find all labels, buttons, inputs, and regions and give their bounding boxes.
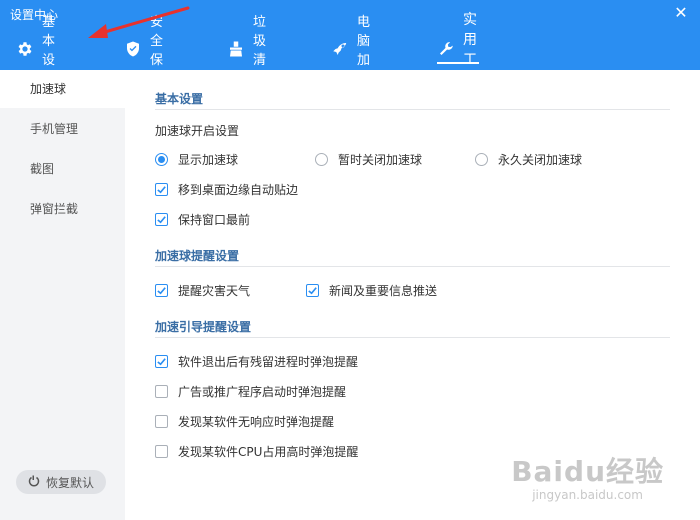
checkbox-disaster-weather[interactable]: 提醒灾害天气 — [155, 282, 250, 299]
checkbox-label: 软件退出后有残留进程时弹泡提醒 — [178, 355, 359, 369]
sidebar-item-popup-block[interactable]: 弹窗拦截 — [0, 190, 125, 228]
checkbox-auto-snap[interactable]: 移到桌面边缘自动贴边 — [155, 181, 298, 198]
divider — [155, 337, 670, 338]
checkbox[interactable] — [155, 213, 168, 226]
settings-panel: 基本设置 加速球开启设置 显示加速球 暂时关闭加速球 永久关闭加速球 移到桌面边… — [125, 70, 700, 520]
checkbox-label: 广告或推广程序启动时弹泡提醒 — [178, 385, 347, 399]
radio-button[interactable] — [475, 153, 488, 166]
title-bar: 设置中心 ✕ 基本设置 安全保护 垃圾清理 电脑加速 — [0, 0, 700, 88]
sidebar-item-phone[interactable]: 手机管理 — [0, 110, 125, 148]
sidebar-item-screenshot[interactable]: 截图 — [0, 150, 125, 188]
checkbox-label: 发现某软件CPU占用高时弹泡提醒 — [178, 445, 359, 459]
section-title-remind: 加速球提醒设置 — [155, 249, 240, 263]
wrench-icon — [437, 39, 455, 59]
divider — [155, 266, 670, 267]
checkbox-ad-startup[interactable]: 广告或推广程序启动时弹泡提醒 — [155, 383, 346, 400]
divider — [155, 109, 670, 110]
radio-label: 显示加速球 — [178, 153, 239, 167]
gear-icon — [16, 39, 34, 59]
checkbox-label: 提醒灾害天气 — [178, 284, 251, 298]
tab-tools[interactable]: 实用工具 — [437, 12, 479, 88]
checkbox[interactable] — [306, 284, 319, 297]
tab-speedup[interactable]: 电脑加速 — [331, 15, 372, 87]
radio-button[interactable] — [155, 153, 168, 166]
broom-icon — [227, 39, 245, 59]
checkbox[interactable] — [155, 445, 168, 458]
radio-temp-close[interactable]: 暂时关闭加速球 — [315, 151, 422, 168]
checkbox-label: 移到桌面边缘自动贴边 — [178, 183, 299, 197]
radio-show-speedball[interactable]: 显示加速球 — [155, 151, 238, 168]
section-title-guide: 加速引导提醒设置 — [155, 320, 252, 334]
radio-label: 永久关闭加速球 — [498, 153, 583, 167]
checkbox-news-push[interactable]: 新闻及重要信息推送 — [306, 282, 437, 299]
close-icon[interactable]: ✕ — [672, 4, 690, 22]
checkbox[interactable] — [155, 355, 168, 368]
checkbox-high-cpu[interactable]: 发现某软件CPU占用高时弹泡提醒 — [155, 443, 358, 460]
checkbox-label: 新闻及重要信息推送 — [329, 284, 438, 298]
radio-permanent-close[interactable]: 永久关闭加速球 — [475, 151, 582, 168]
refresh-icon — [28, 475, 40, 490]
checkbox[interactable] — [155, 385, 168, 398]
open-setting-label: 加速球开启设置 — [155, 124, 240, 138]
radio-button[interactable] — [315, 153, 328, 166]
shield-icon — [124, 39, 142, 59]
restore-default-button[interactable]: 恢复默认 — [16, 470, 106, 494]
tab-basic-settings[interactable]: 基本设置 — [16, 15, 57, 87]
tab-cleanup[interactable]: 垃圾清理 — [227, 15, 268, 87]
section-title-basic: 基本设置 — [155, 92, 204, 106]
sidebar: 加速球 手机管理 截图 弹窗拦截 恢复默认 — [0, 70, 125, 520]
checkbox[interactable] — [155, 183, 168, 196]
checkbox[interactable] — [155, 415, 168, 428]
checkbox-always-on-top[interactable]: 保持窗口最前 — [155, 211, 250, 228]
restore-default-label: 恢复默认 — [45, 475, 94, 490]
checkbox[interactable] — [155, 284, 168, 297]
checkbox-not-responding[interactable]: 发现某软件无响应时弹泡提醒 — [155, 413, 334, 430]
tab-security[interactable]: 安全保护 — [124, 15, 165, 87]
rocket-icon — [331, 39, 349, 59]
checkbox-label: 发现某软件无响应时弹泡提醒 — [178, 415, 335, 429]
sidebar-item-speedball[interactable]: 加速球 — [0, 70, 125, 108]
checkbox-residual-process[interactable]: 软件退出后有残留进程时弹泡提醒 — [155, 353, 358, 370]
radio-label: 暂时关闭加速球 — [338, 153, 423, 167]
checkbox-label: 保持窗口最前 — [178, 213, 251, 227]
